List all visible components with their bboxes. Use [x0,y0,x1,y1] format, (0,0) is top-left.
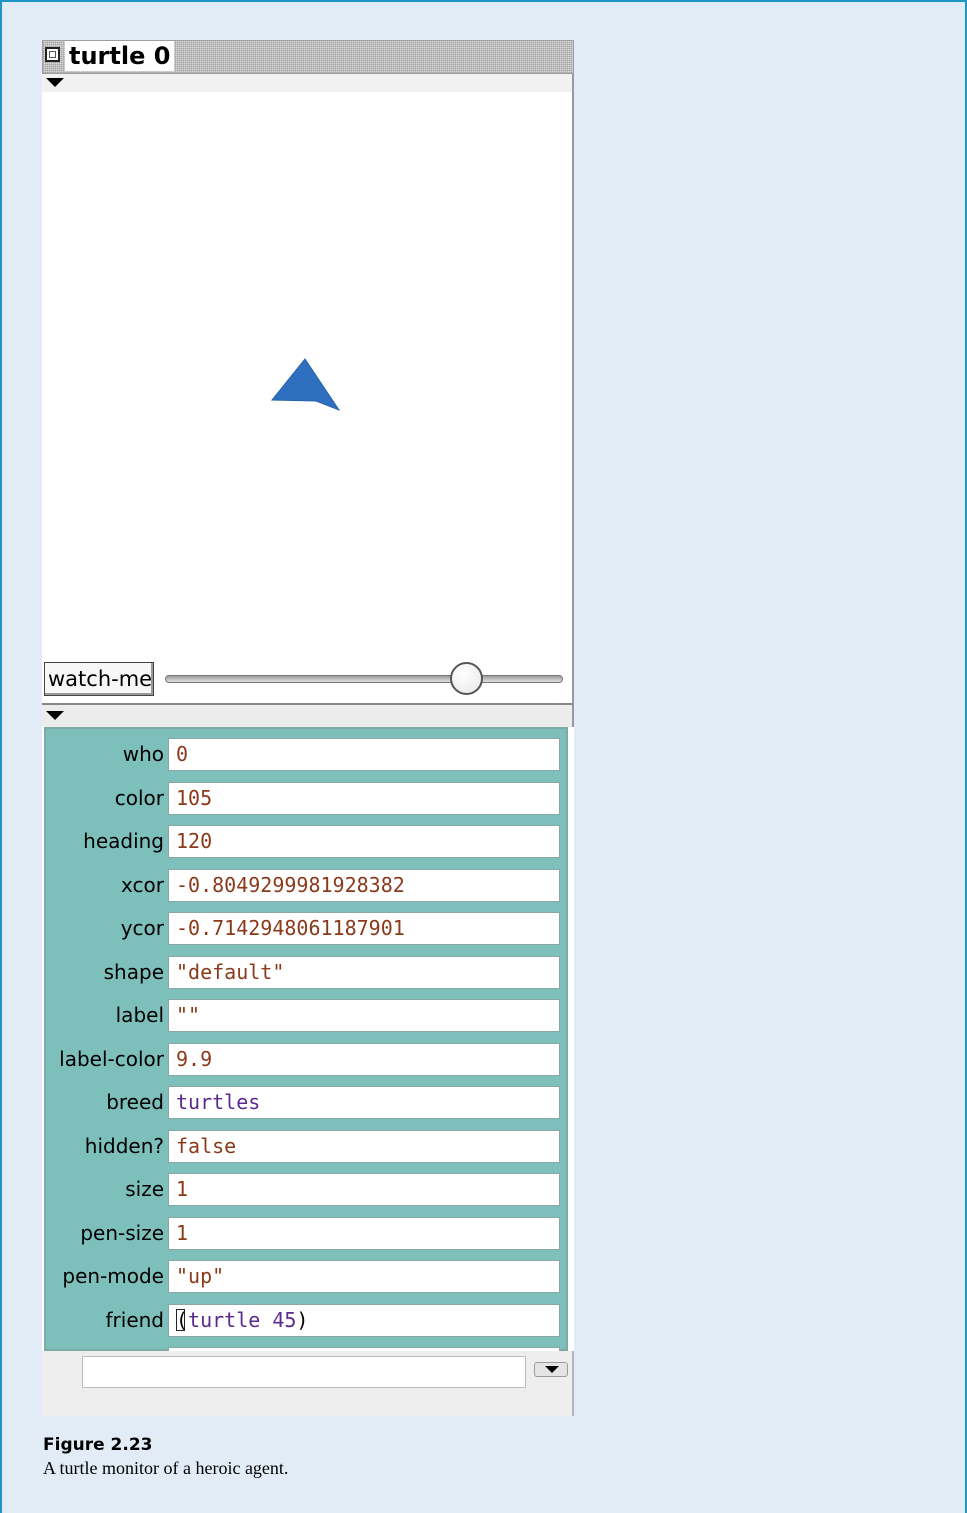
close-paren: ) [296,1307,309,1332]
variable-row-label: label "" [46,997,566,1034]
variable-row-pen-size: pen-size 1 [46,1215,566,1252]
variable-value-field[interactable]: 1 [168,1173,560,1206]
variable-label: breed [106,1090,164,1114]
variable-value-field[interactable]: "" [168,999,560,1032]
variable-value-field[interactable]: false [168,1129,560,1163]
variable-value-field[interactable]: "default" [168,955,560,989]
figure-caption-text: A turtle monitor of a heroic agent. [43,1458,289,1478]
turtle-monitor-window: turtle 0 watch-me who 0 color 105 heading 120… [42,40,574,1416]
collapse-triangle-icon[interactable] [46,711,64,720]
variable-row-friend: friend (turtle 45) [46,1302,566,1339]
variable-label: friend [105,1307,165,1332]
variable-row-xcor: xcor -0.8049299981928382 [46,867,566,904]
figure-frame: turtle 0 watch-me who 0 color 105 heading 120… [0,0,967,1513]
variable-value-field[interactable]: turtles [168,1086,560,1119]
variable-row-color: color 105 [46,780,566,817]
variable-label: heading [83,829,164,853]
variables-panel: who 0 color 105 heading 120 xcor -0.80492999819… [44,727,568,1380]
variable-value-field[interactable]: (turtle 45) [168,1303,560,1337]
variable-row-size: size 1 [46,1171,566,1208]
variable-label: label-color [59,1046,164,1071]
command-row [42,1351,574,1416]
variable-label: who [122,742,164,766]
monitor-titlebar[interactable]: turtle 0 [42,40,574,74]
slider-knob[interactable] [449,662,483,695]
view-toggle-strip[interactable] [42,74,572,92]
view-radius-slider[interactable] [165,675,563,683]
variable-value-field[interactable]: -0.8049299981928382 [168,868,560,902]
variables-toggle-strip[interactable] [42,705,574,727]
command-input[interactable] [82,1356,526,1388]
variable-row-heading: heading 120 [46,823,566,860]
variable-label: shape [103,959,164,984]
variable-row-who: who 0 [46,736,566,773]
command-dropdown-button[interactable] [534,1362,568,1377]
variable-row-ycor: ycor -0.7142948061187901 [46,910,566,947]
variable-label: xcor [121,872,164,897]
variable-label: hidden? [84,1133,164,1158]
variable-row-label-color: label-color 9.9 [46,1041,566,1078]
watch-me-button[interactable]: watch-me [44,662,154,696]
turtle-arrow-icon [270,358,341,412]
variable-row-shape: shape "default" [46,954,566,991]
open-paren: ( [176,1307,189,1332]
figure-caption-title: Figure 2.23 [43,1435,153,1455]
variable-value-field[interactable]: 1 [168,1216,560,1250]
turtle-view [42,74,574,657]
variable-value-field[interactable]: 105 [168,781,560,815]
variable-label: ycor [120,916,164,940]
variable-value-field[interactable]: "up" [168,1260,560,1293]
close-box-icon[interactable] [45,47,60,62]
variable-label: pen-mode [62,1264,164,1288]
variable-value-field[interactable]: 0 [168,738,560,771]
watch-controls: watch-me [42,657,574,705]
variable-row-breed: breed turtles [46,1084,566,1121]
variable-row-pen-mode: pen-mode "up" [46,1258,566,1295]
variable-label: pen-size [80,1220,164,1245]
agent-reference: turtle 45 [188,1307,297,1332]
variable-value-field[interactable]: 120 [168,825,560,858]
variable-label: color [114,785,164,810]
variable-value-field[interactable]: -0.7142948061187901 [168,912,560,945]
collapse-triangle-icon[interactable] [46,78,64,87]
variable-label: size [125,1177,164,1201]
variable-value-field[interactable]: 9.9 [168,1042,560,1076]
variable-row-hidden: hidden? false [46,1128,566,1165]
window-title: turtle 0 [65,41,175,71]
variable-label: label [115,1003,164,1027]
